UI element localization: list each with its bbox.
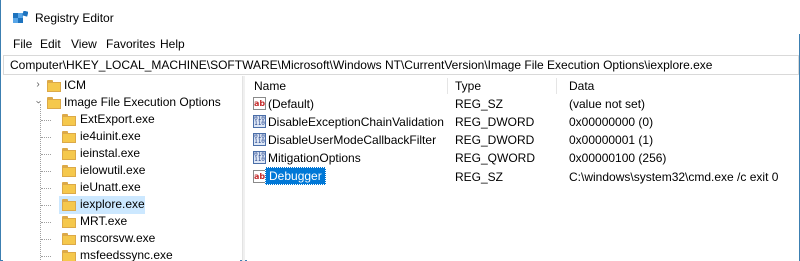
tree-node-label: ie4uinit.exe — [80, 129, 141, 143]
value-name: DisableExceptionChainValidation — [268, 115, 444, 129]
tree-node-extexport[interactable]: ExtExport.exe — [3, 111, 240, 129]
tree-node-label: iexplore.exe — [80, 197, 145, 211]
window-title: Registry Editor — [35, 11, 114, 25]
folder-icon — [47, 80, 61, 92]
folder-icon — [62, 233, 76, 245]
tree-node-label: ExtExport.exe — [80, 112, 155, 126]
menu-bar: File Edit View Favorites Help — [1, 36, 800, 54]
binary-value-icon: 010 110 — [253, 151, 266, 164]
folder-icon — [62, 114, 76, 126]
column-header-data[interactable]: Data — [569, 79, 594, 93]
folder-icon — [62, 250, 76, 261]
binary-value-icon: 010 110 — [253, 133, 266, 146]
value-data: C:\windows\system32\cmd.exe /c exit 0 — [569, 170, 779, 184]
binary-value-icon: 010 110 — [253, 115, 266, 128]
registry-value-row[interactable]: 010 110 MitigationOptions REG_QWORD 0x000… — [247, 149, 799, 167]
value-type: REG_DWORD — [455, 133, 535, 147]
tree-node-msfeedssync[interactable]: msfeedssync.exe — [3, 247, 240, 261]
tree-node-ieinstal[interactable]: ieinstal.exe — [3, 145, 240, 163]
registry-value-row[interactable]: 010 110 DisableUserModeCallbackFilter REG… — [247, 131, 799, 149]
column-divider[interactable] — [556, 78, 557, 94]
tree-node-label: ielowutil.exe — [80, 163, 146, 177]
values-list-pane[interactable]: Name Type Data ab (Default) REG_SZ (valu… — [247, 76, 799, 261]
tree-node-label: mscorsvw.exe — [80, 231, 156, 245]
tree-node-ielowutil[interactable]: ielowutil.exe — [3, 162, 240, 180]
expand-chevron-icon[interactable]: › — [33, 80, 43, 90]
menu-favorites[interactable]: Favorites — [106, 37, 155, 51]
value-name: MitigationOptions — [268, 151, 361, 165]
value-type: REG_SZ — [455, 170, 504, 184]
tree-node-label: ICM — [64, 78, 86, 92]
value-data: 0x00000100 (256) — [569, 151, 667, 165]
key-tree-pane[interactable]: › ICM › Image File Execution Options Ext… — [3, 76, 240, 261]
title-bar[interactable]: Registry Editor — [1, 0, 800, 34]
tree-node-ie4uinit[interactable]: ie4uinit.exe — [3, 128, 240, 146]
value-name: Debugger — [265, 167, 326, 185]
value-data: 0x00000000 (0) — [569, 115, 654, 129]
tree-node-label: ieinstal.exe — [80, 146, 141, 160]
value-name: (Default) — [268, 97, 315, 111]
tree-node-mscorsvw[interactable]: mscorsvw.exe — [3, 230, 240, 248]
tree-node-label: msfeedssync.exe — [80, 248, 173, 261]
menu-edit[interactable]: Edit — [40, 37, 61, 51]
registry-value-row[interactable]: ab (Default) REG_SZ (value not set) — [247, 95, 799, 113]
value-type: REG_QWORD — [455, 151, 536, 165]
folder-icon — [62, 131, 76, 143]
menu-view[interactable]: View — [71, 37, 97, 51]
address-bar[interactable]: Computer\HKEY_LOCAL_MACHINE\SOFTWARE\Mic… — [3, 55, 799, 75]
folder-icon — [62, 216, 76, 228]
tree-node-mrt[interactable]: MRT.exe — [3, 213, 240, 231]
value-type: REG_SZ — [455, 97, 504, 111]
column-header-type[interactable]: Type — [455, 79, 481, 93]
collapse-chevron-icon[interactable]: › — [33, 97, 44, 107]
tree-node-ieunatt[interactable]: ieUnatt.exe — [3, 179, 240, 197]
tree-node-label: MRT.exe — [80, 214, 128, 228]
registry-editor-window: Registry Editor File Edit View Favorites… — [0, 0, 800, 261]
folder-open-icon — [47, 97, 61, 109]
tree-node-label: Image File Execution Options — [64, 95, 221, 109]
menu-file[interactable]: File — [13, 37, 32, 51]
folder-icon — [62, 182, 76, 194]
tree-node-image-file-execution-options[interactable]: › Image File Execution Options — [3, 94, 240, 112]
value-name: DisableUserModeCallbackFilter — [268, 133, 437, 147]
folder-icon — [62, 148, 76, 160]
registry-value-row[interactable]: 010 110 DisableExceptionChainValidation R… — [247, 113, 799, 131]
column-header-name[interactable]: Name — [254, 79, 286, 93]
tree-node-label: ieUnatt.exe — [80, 180, 141, 194]
value-data: 0x00000001 (1) — [569, 133, 654, 147]
value-data: (value not set) — [569, 97, 646, 111]
value-type: REG_DWORD — [455, 115, 535, 129]
tree-node-icm[interactable]: › ICM — [3, 77, 240, 95]
string-value-icon: ab — [253, 97, 266, 110]
registry-editor-app-icon — [13, 10, 29, 25]
tree-node-iexplore[interactable]: iexplore.exe — [3, 196, 240, 214]
menu-help[interactable]: Help — [160, 37, 185, 51]
folder-icon — [62, 165, 76, 177]
pane-splitter[interactable] — [242, 76, 245, 261]
registry-value-row-selected[interactable]: ab Debugger REG_SZ C:\windows\system32\c… — [247, 167, 799, 186]
column-divider[interactable] — [447, 78, 448, 94]
folder-icon — [62, 199, 76, 211]
